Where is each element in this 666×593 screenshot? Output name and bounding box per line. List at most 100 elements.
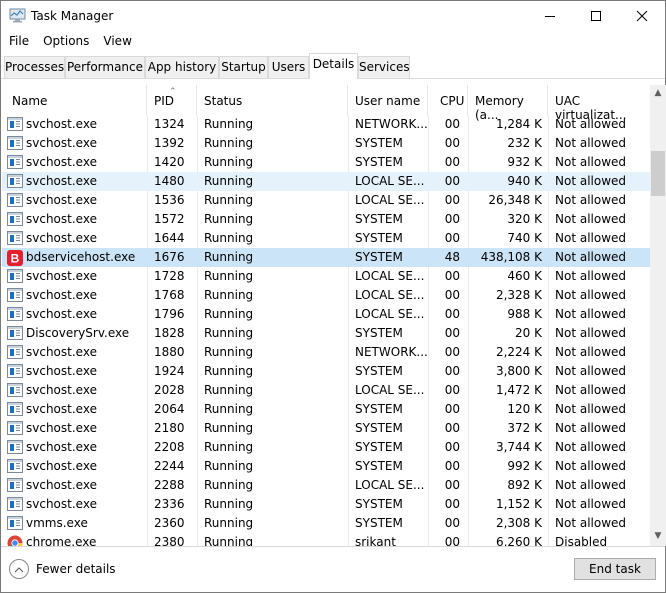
table-row[interactable]: svchost.exe 1392 Running SYSTEM 00 232 K Not a…	[2, 134, 650, 153]
table-row[interactable]: svchost.exe 2028 Running LOCAL SE... 00 1,472…	[2, 381, 650, 400]
tab-performance[interactable]: Performance	[65, 56, 145, 78]
column-header-status[interactable]: Status	[197, 85, 348, 115]
table-row[interactable]: svchost.exe 1324 Running NETWORK... 00 1,284 …	[2, 115, 650, 134]
title-bar: Task Manager	[1, 1, 665, 31]
cell-user: SYSTEM	[355, 402, 403, 416]
column-header-memory[interactable]: Memory (a...	[468, 85, 548, 122]
table-row[interactable]: svchost.exe 1480 Running LOCAL SE... 00 940 K…	[2, 172, 650, 191]
cell-status: Running	[204, 193, 254, 207]
tab-services[interactable]: Services	[358, 56, 410, 78]
maximize-button[interactable]	[573, 1, 619, 31]
table-row[interactable]: chrome.exe 2380 Running srikant 00 6,260 K Dis…	[2, 533, 650, 546]
chevron-down-icon: ▼	[654, 531, 662, 541]
cell-memory: 6,260 K	[495, 535, 542, 546]
table-row[interactable]: svchost.exe 2336 Running SYSTEM 00 1,152 K Not…	[2, 495, 650, 514]
table-row[interactable]: svchost.exe 1572 Running SYSTEM 00 320 K Not a…	[2, 210, 650, 229]
cell-memory: 1,472 K	[495, 383, 542, 397]
table-row[interactable]: svchost.exe 2180 Running SYSTEM 00 372 K Not a…	[2, 419, 650, 438]
table-row[interactable]: svchost.exe 2208 Running SYSTEM 00 3,744 K Not…	[2, 438, 650, 457]
cell-uac: Not allowed	[555, 155, 627, 169]
cell-name: svchost.exe	[26, 193, 97, 207]
table-row[interactable]: Bbdservicehost.exe 1676 Running SYSTEM 48 438…	[2, 248, 650, 267]
cell-pid: 2208	[154, 440, 185, 454]
cell-user: LOCAL SE...	[355, 307, 425, 321]
cell-user: SYSTEM	[355, 136, 403, 150]
cell-user: LOCAL SE...	[355, 174, 425, 188]
cell-uac: Disabled	[555, 535, 608, 546]
service-host-icon	[7, 459, 23, 473]
cell-cpu: 00	[444, 193, 460, 207]
cell-cpu: 00	[444, 497, 460, 511]
cell-cpu: 00	[444, 535, 460, 546]
table-row[interactable]: svchost.exe 1728 Running LOCAL SE... 00 460 K…	[2, 267, 650, 286]
table-row[interactable]: svchost.exe 1768 Running LOCAL SE... 00 2,328…	[2, 286, 650, 305]
menu-options[interactable]: Options	[35, 32, 89, 52]
details-table: Name PID ⌃ Status User name CPU Memory (…	[2, 85, 650, 546]
cell-user: SYSTEM	[355, 459, 403, 473]
tab-details[interactable]: Details	[309, 53, 358, 79]
cell-memory: 460 K	[507, 269, 542, 283]
minimize-button[interactable]	[527, 1, 573, 31]
table-row[interactable]: svchost.exe 2288 Running LOCAL SE... 00 892 K…	[2, 476, 650, 495]
cell-uac: Not allowed	[555, 250, 627, 264]
tab-startup[interactable]: Startup	[219, 56, 268, 78]
cell-memory: 3,744 K	[495, 440, 542, 454]
cell-user: SYSTEM	[355, 155, 403, 169]
table-row[interactable]: vmms.exe 2360 Running SYSTEM 00 2,308 K Not al…	[2, 514, 650, 533]
table-row[interactable]: svchost.exe 1420 Running SYSTEM 00 932 K Not a…	[2, 153, 650, 172]
end-task-button[interactable]: End task	[574, 558, 656, 580]
column-header-uac-virtualization[interactable]: UAC virtualizat...	[548, 85, 650, 122]
cell-status: Running	[204, 535, 254, 546]
close-button[interactable]	[619, 1, 665, 31]
cell-name: DiscoverySrv.exe	[26, 326, 130, 340]
service-host-icon	[7, 193, 23, 207]
cell-memory: 1,284 K	[495, 117, 542, 131]
cell-cpu: 00	[444, 288, 460, 302]
scroll-up-button[interactable]: ▲	[650, 85, 666, 102]
cell-name: svchost.exe	[26, 459, 97, 473]
table-row[interactable]: svchost.exe 1796 Running LOCAL SE... 00 988 K…	[2, 305, 650, 324]
scrollbar-thumb[interactable]	[651, 151, 665, 196]
scroll-down-button[interactable]: ▼	[650, 529, 666, 546]
table-row[interactable]: svchost.exe 1924 Running SYSTEM 00 3,800 K Not…	[2, 362, 650, 381]
table-row[interactable]: svchost.exe 1880 Running NETWORK... 00 2,224 …	[2, 343, 650, 362]
service-host-icon	[7, 174, 23, 188]
column-header-cpu[interactable]: CPU	[428, 85, 468, 115]
menu-file[interactable]: File	[1, 32, 29, 52]
tab-users[interactable]: Users	[268, 56, 309, 78]
fewer-details-button[interactable]: Fewer details	[9, 559, 116, 579]
table-row[interactable]: DiscoverySrv.exe 1828 Running SYSTEM 00 20 K N…	[2, 324, 650, 343]
service-host-icon	[7, 497, 23, 511]
cell-pid: 1828	[154, 326, 185, 340]
cell-status: Running	[204, 421, 254, 435]
cell-pid: 1880	[154, 345, 185, 359]
column-header-name[interactable]: Name	[2, 85, 147, 115]
cell-cpu: 00	[444, 231, 460, 245]
table-row[interactable]: svchost.exe 1536 Running LOCAL SE... 00 26,34…	[2, 191, 650, 210]
column-header-user-name[interactable]: User name	[348, 85, 428, 115]
service-host-icon	[7, 136, 23, 150]
service-host-icon	[7, 231, 23, 245]
tab-app-history[interactable]: App history	[145, 56, 219, 78]
table-row[interactable]: svchost.exe 2064 Running SYSTEM 00 120 K Not a…	[2, 400, 650, 419]
vertical-scrollbar[interactable]: ▲ ▼	[650, 85, 666, 546]
cell-user: SYSTEM	[355, 364, 403, 378]
cell-name: bdservicehost.exe	[26, 250, 136, 264]
cell-user: LOCAL SE...	[355, 478, 425, 492]
service-host-icon	[7, 516, 23, 530]
cell-pid: 2180	[154, 421, 185, 435]
cell-memory: 892 K	[507, 478, 542, 492]
cell-cpu: 00	[444, 516, 460, 530]
cell-uac: Not allowed	[555, 440, 627, 454]
service-host-icon	[7, 383, 23, 397]
cell-cpu: 00	[444, 117, 460, 131]
cell-pid: 2336	[154, 497, 185, 511]
cell-user: LOCAL SE...	[355, 383, 425, 397]
cell-status: Running	[204, 345, 254, 359]
menu-view[interactable]: View	[95, 32, 131, 52]
table-row[interactable]: svchost.exe 2244 Running SYSTEM 00 992 K Not a…	[2, 457, 650, 476]
service-host-icon	[7, 364, 23, 378]
tab-processes[interactable]: Processes	[4, 56, 65, 78]
cell-status: Running	[204, 269, 254, 283]
table-row[interactable]: svchost.exe 1644 Running SYSTEM 00 740 K Not a…	[2, 229, 650, 248]
